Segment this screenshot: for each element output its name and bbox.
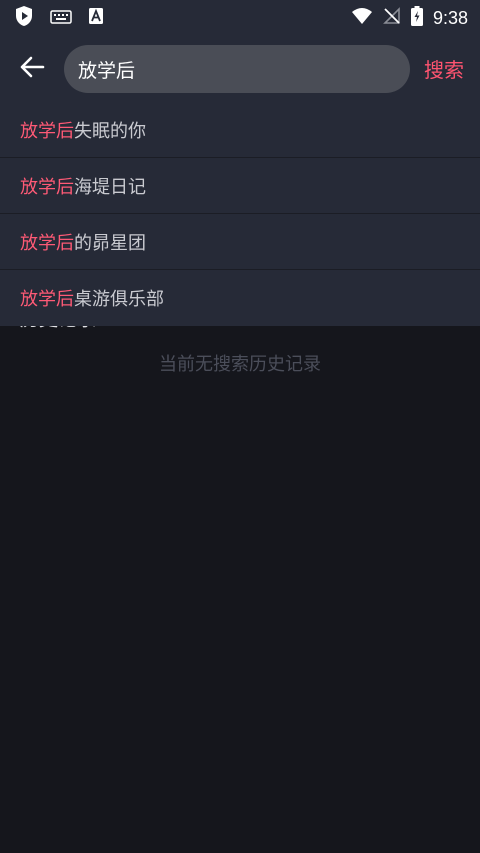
suggestion-item[interactable]: 放学后 失眠的你: [0, 102, 480, 158]
suggestion-highlight: 放学后: [20, 232, 74, 254]
back-button[interactable]: [14, 51, 50, 87]
search-input[interactable]: [78, 58, 378, 80]
wifi-icon: [351, 7, 373, 29]
suggestion-text: 的昴星团: [74, 232, 146, 254]
suggestion-text: 失眠的你: [74, 120, 146, 142]
suggestion-text: 桌游俱乐部: [74, 289, 164, 310]
play-shield-icon: [14, 5, 34, 31]
suggestion-item[interactable]: 放学后 桌游俱乐部: [0, 270, 480, 326]
status-bar: 9:38: [0, 0, 480, 36]
suggestion-text: 海堤日记: [74, 176, 146, 198]
suggestion-item[interactable]: 放学后 海堤日记: [0, 158, 480, 214]
keyboard-icon: [50, 9, 72, 28]
font-a-icon: [88, 7, 104, 29]
empty-history-message: 当前无搜索历史记录: [159, 354, 321, 375]
search-box[interactable]: [64, 45, 410, 93]
status-time: 9:38: [432, 7, 468, 28]
suggestion-highlight: 放学后: [20, 289, 74, 310]
no-signal-icon: [383, 7, 401, 29]
search-button[interactable]: 搜索: [424, 54, 464, 83]
search-header: 搜索: [0, 36, 480, 102]
suggestion-item[interactable]: 放学后 的昴星团: [0, 214, 480, 270]
battery-charging-icon: [410, 6, 423, 30]
suggestion-highlight: 放学后: [20, 176, 74, 198]
suggestion-highlight: 放学后: [20, 120, 74, 142]
arrow-left-icon: [19, 56, 45, 82]
suggestion-list: 放学后 失眠的你 放学后 海堤日记 放学后 的昴星团 放学后 桌游俱乐部: [0, 102, 480, 326]
